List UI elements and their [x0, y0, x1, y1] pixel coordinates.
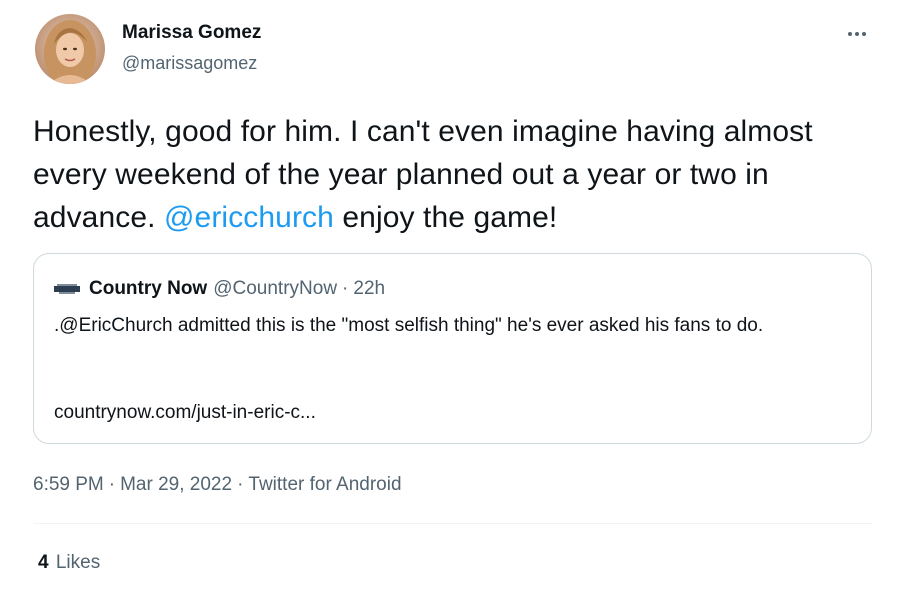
quoted-tweet-link[interactable]: countrynow.com/just-in-eric-c...: [54, 402, 316, 424]
separator: ·: [237, 474, 244, 495]
more-dots-icon: [848, 32, 852, 36]
tweet-date[interactable]: Mar 29, 2022: [120, 474, 232, 495]
likes-count: 4: [38, 552, 49, 573]
more-dots-icon: [862, 32, 866, 36]
separator: ·: [342, 278, 349, 299]
quoted-tweet-text: .@EricChurch admitted this is the "most …: [54, 315, 764, 336]
more-dots-icon: [855, 32, 859, 36]
quoted-author-handle[interactable]: @CountryNow: [213, 278, 337, 300]
tweet-text-part: enjoy the game!: [333, 201, 558, 234]
country-now-logo-icon: [54, 284, 80, 294]
likes-stat[interactable]: 4 Likes: [38, 552, 100, 574]
more-options-button[interactable]: [840, 24, 874, 44]
quoted-tweet-header: Country Now @CountryNow · 22h: [54, 278, 385, 300]
tweet-card: Marissa Gomez @marissagomez Honestly, go…: [0, 0, 900, 600]
quoted-tweet[interactable]: Country Now @CountryNow · 22h .@EricChur…: [33, 253, 872, 444]
quoted-tweet-time[interactable]: 22h: [353, 278, 385, 300]
tweet-text: Honestly, good for him. I can't even ima…: [33, 110, 883, 239]
likes-label: Likes: [55, 552, 101, 573]
avatar-image: [35, 14, 105, 84]
mention-link[interactable]: @ericchurch: [164, 201, 334, 234]
tweet-metadata: 6:59 PM · Mar 29, 2022 · Twitter for Android: [33, 474, 402, 496]
author-name[interactable]: Marissa Gomez: [122, 22, 261, 44]
tweet-time[interactable]: 6:59 PM: [33, 474, 104, 495]
separator: ·: [108, 474, 116, 495]
tweet-source[interactable]: Twitter for Android: [248, 474, 401, 495]
avatar[interactable]: [35, 14, 105, 84]
quoted-author-name[interactable]: Country Now: [89, 278, 207, 300]
divider: [33, 523, 872, 524]
author-handle[interactable]: @marissagomez: [122, 53, 257, 74]
